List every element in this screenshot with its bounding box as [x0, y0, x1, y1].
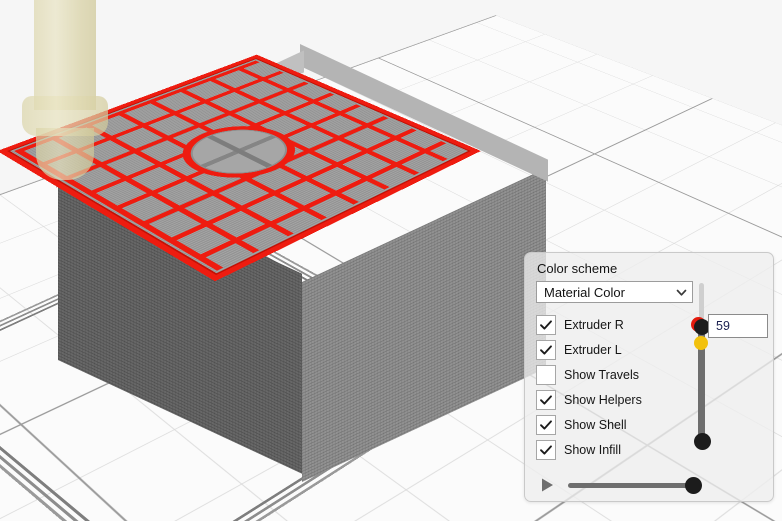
checkbox-row-show-helpers[interactable]: Show Helpers: [536, 389, 642, 411]
extruder-l-color-dot: [694, 336, 708, 350]
nozzle-tip: [36, 128, 94, 180]
checkbox-label: Show Infill: [564, 443, 621, 457]
nozzle-shaft: [34, 0, 96, 110]
layer-value-text: 59: [716, 319, 730, 333]
checkbox-row-show-travels[interactable]: Show Travels: [536, 364, 639, 386]
checkbox-label: Show Travels: [564, 368, 640, 382]
checkbox-show-shell[interactable]: [536, 415, 556, 435]
layer-value-input[interactable]: 59: [708, 314, 768, 338]
checkbox-show-infill[interactable]: [536, 440, 556, 460]
checkbox-label: Extruder L: [564, 343, 622, 357]
checkbox-row-show-shell[interactable]: Show Shell: [536, 414, 627, 436]
print-head-nozzle: [22, 0, 108, 184]
checkbox-extruder-r[interactable]: [536, 315, 556, 335]
play-icon[interactable]: [537, 475, 557, 495]
color-scheme-selected-value: Material Color: [544, 284, 625, 300]
playback-slider-handle[interactable]: [685, 477, 702, 494]
color-scheme-panel[interactable]: Color scheme Material Color Extruder R E…: [524, 252, 774, 502]
layer-slider-lower-handle[interactable]: [694, 433, 711, 450]
checkbox-row-extruder-l[interactable]: Extruder L: [536, 339, 622, 361]
color-scheme-dropdown[interactable]: Material Color: [536, 281, 693, 303]
checkbox-label: Show Shell: [564, 418, 627, 432]
checkbox-extruder-l[interactable]: [536, 340, 556, 360]
checkbox-label: Extruder R: [564, 318, 624, 332]
checkbox-row-extruder-r[interactable]: Extruder R: [536, 314, 624, 336]
checkbox-row-show-infill[interactable]: Show Infill: [536, 439, 621, 461]
panel-title: Color scheme: [537, 261, 618, 276]
checkbox-show-helpers[interactable]: [536, 390, 556, 410]
checkbox-label: Show Helpers: [564, 393, 642, 407]
playback-slider-track[interactable]: [568, 483, 694, 488]
checkbox-show-travels[interactable]: [536, 365, 556, 385]
